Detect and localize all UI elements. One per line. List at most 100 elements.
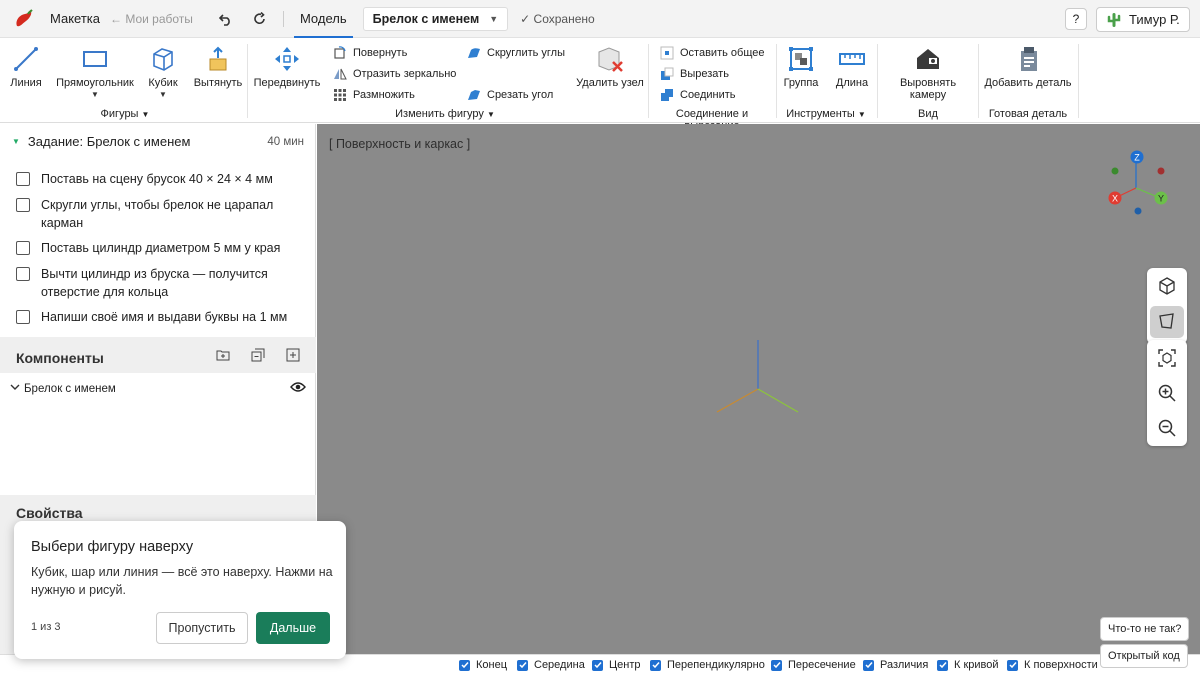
tools-group-label[interactable]: Инструменты ▼ (776, 108, 876, 120)
y-axis-label: Y (1158, 194, 1164, 204)
document-name-dropdown[interactable]: Брелок с именем ▼ (362, 6, 509, 31)
task-time: 40 мин (267, 135, 304, 148)
collapse-all-icon[interactable] (250, 347, 266, 363)
next-button[interactable]: Дальше (256, 612, 330, 644)
modify-group-label[interactable]: Изменить фигуру ▼ (380, 108, 510, 120)
add-part-button[interactable]: Добавить деталь (982, 44, 1074, 89)
rotate-tool-button[interactable]: Повернуть (333, 46, 407, 60)
shaded-view-button[interactable] (1150, 271, 1184, 303)
task-item[interactable]: Поставь на сцену брусок 40 × 24 × 4 мм (16, 170, 296, 188)
task-item[interactable]: Напиши своё имя и выдави буквы на 1 мм (16, 308, 296, 326)
task-checkbox[interactable] (16, 172, 30, 186)
task-item[interactable]: Поставь цилиндр диаметром 5 мм у края (16, 239, 296, 257)
group-tool-button[interactable]: Группа (780, 44, 822, 89)
subtract-button[interactable]: Вырезать (660, 67, 729, 81)
my-works-link[interactable]: ← Мои работы (110, 12, 193, 26)
axis-gizmo[interactable]: Z X Y (1101, 146, 1171, 218)
eye-icon[interactable] (290, 381, 306, 396)
snap-to-curve[interactable]: К кривой (937, 659, 999, 671)
extrude-tool-label: Вытянуть (193, 77, 243, 89)
zoom-fit-button[interactable] (1150, 343, 1184, 375)
snap-label: Середина (534, 659, 585, 671)
snap-center[interactable]: Центр (592, 659, 641, 671)
report-problem-button[interactable]: Что-то не так? (1100, 617, 1190, 641)
tab-model[interactable]: Модель (293, 0, 353, 38)
axis-dot[interactable] (1157, 167, 1165, 175)
checkbox-checked-icon[interactable] (771, 659, 782, 671)
chamfer-button[interactable]: Срезать угол (467, 88, 553, 102)
length-tool-button[interactable]: Длина (832, 44, 872, 89)
help-button[interactable]: ? (1065, 8, 1087, 30)
round-corners-button[interactable]: Скруглить углы (467, 46, 565, 60)
popup-title: Выбери фигуру наверху (31, 539, 194, 555)
mirror-tool-button[interactable]: Отразить зеркально (333, 67, 456, 81)
user-menu-button[interactable]: Тимур Р. (1096, 7, 1190, 32)
collapse-triangle-icon[interactable]: ▼ (12, 137, 20, 146)
display-mode-label[interactable]: [ Поверхность и каркас ] (329, 137, 470, 151)
3d-viewport[interactable]: [ Поверхность и каркас ] Z X Y (317, 124, 1200, 654)
task-checkbox[interactable] (16, 310, 30, 324)
intersect-button[interactable]: Оставить общее (660, 46, 764, 60)
zoom-in-button[interactable] (1150, 378, 1184, 410)
checkbox-checked-icon[interactable] (650, 659, 661, 671)
align-camera-button[interactable]: Выровнять камеру (890, 44, 966, 101)
snap-perpendicular[interactable]: Перепендикулярно (650, 659, 765, 671)
undo-icon[interactable] (215, 8, 237, 30)
delete-node-button[interactable]: Удалить узел (574, 44, 646, 89)
checkbox-checked-icon[interactable] (517, 659, 528, 671)
line-tool-button[interactable]: Линия (4, 44, 48, 89)
ribbon-divider (648, 44, 649, 118)
task-checkbox[interactable] (16, 267, 30, 281)
snap-intersection[interactable]: Пересечение (771, 659, 856, 671)
snap-to-surface[interactable]: К поверхности (1007, 659, 1098, 671)
shapes-group-label[interactable]: Фигуры ▼ (70, 108, 180, 120)
cube-icon (148, 44, 178, 74)
grid-array-icon (333, 88, 347, 102)
task-checkbox[interactable] (16, 198, 30, 212)
snap-endpoint[interactable]: Конец (459, 659, 507, 671)
checkbox-checked-icon[interactable] (937, 659, 948, 671)
axis-dot[interactable] (1134, 207, 1142, 215)
chili-logo-icon[interactable] (12, 7, 36, 31)
snap-label: К поверхности (1024, 659, 1098, 671)
add-component-icon[interactable] (285, 347, 301, 363)
align-camera-label: Выровнять камеру (899, 77, 957, 101)
subtract-icon (660, 67, 674, 81)
skip-button[interactable]: Пропустить (156, 612, 248, 644)
rectangle-icon (80, 44, 110, 74)
task-item[interactable]: Скругли углы, чтобы брелок не царапал ка… (16, 196, 296, 232)
origin-axes (716, 340, 799, 413)
axis-dot[interactable] (1111, 167, 1119, 175)
chevron-down-icon[interactable]: ▼ (142, 90, 184, 99)
onboarding-popup: Выбери фигуру наверху Кубик, шар или лин… (14, 521, 346, 659)
checkbox-checked-icon[interactable] (459, 659, 470, 671)
union-label: Соединить (680, 89, 736, 101)
snap-difference[interactable]: Различия (863, 659, 928, 671)
extrude-tool-button[interactable]: Вытянуть (192, 44, 244, 89)
popup-step-counter: 1 из 3 (31, 621, 61, 633)
union-button[interactable]: Соединить (660, 88, 736, 102)
task-item[interactable]: Вычти цилиндр из бруска — получится отве… (16, 265, 296, 301)
rectangle-tool-button[interactable]: Прямоугольник ▼ (56, 44, 134, 99)
cube-tool-button[interactable]: Кубик ▼ (142, 44, 184, 99)
snap-midpoint[interactable]: Середина (517, 659, 585, 671)
component-tree-item[interactable]: Брелок с именем (10, 381, 306, 396)
checkbox-checked-icon[interactable] (592, 659, 603, 671)
zoom-out-button[interactable] (1150, 413, 1184, 445)
wireframe-view-button[interactable] (1150, 306, 1184, 338)
open-code-button[interactable]: Открытый код (1100, 644, 1188, 668)
multiply-tool-button[interactable]: Размножить (333, 88, 415, 102)
zoom-toolbar (1147, 340, 1187, 446)
task-checkbox[interactable] (16, 241, 30, 255)
add-folder-icon[interactable] (215, 347, 231, 363)
chevron-down-icon[interactable]: ▼ (56, 90, 134, 99)
chevron-down-icon[interactable] (10, 382, 20, 395)
checkbox-checked-icon[interactable] (1007, 659, 1018, 671)
x-axis-label: X (1112, 194, 1118, 204)
intersect-icon (660, 46, 674, 60)
zoom-in-icon (1157, 383, 1177, 406)
checkbox-checked-icon[interactable] (863, 659, 874, 671)
task-header[interactable]: ▼ Задание: Брелок с именем 40 мин (12, 134, 304, 149)
move-tool-button[interactable]: Передвинуть (252, 44, 322, 89)
redo-icon[interactable] (249, 8, 271, 30)
